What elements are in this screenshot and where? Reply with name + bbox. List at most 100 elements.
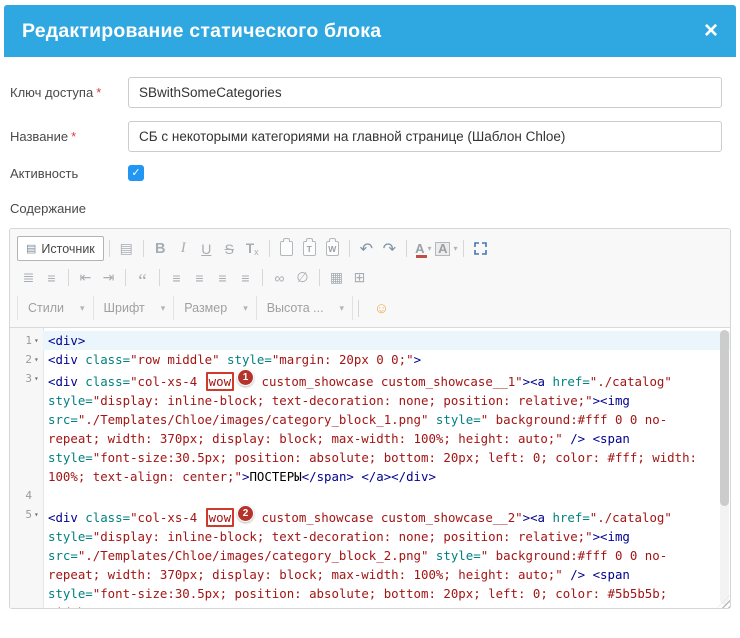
line-height-combo[interactable]: Высота ...▾ (257, 296, 353, 320)
line-number[interactable]: 5▾ (10, 505, 43, 524)
maximize-icon[interactable] (469, 237, 492, 261)
toolbar-separator (68, 269, 69, 286)
content-field-label-row: Содержание (10, 201, 722, 216)
required-asterisk: * (71, 129, 76, 144)
font-combo-label: Шрифт (104, 301, 145, 315)
indent-icon[interactable]: ⇥ (97, 266, 120, 290)
vertical-scrollbar[interactable] (720, 330, 729, 605)
code-line-2[interactable]: 2▾<div class="row middle" style="margin:… (10, 350, 730, 369)
color-bar (416, 255, 427, 258)
underline-icon[interactable]: U (195, 237, 218, 261)
access-key-input[interactable] (128, 77, 722, 108)
line-height-combo-label: Высота ... (267, 301, 324, 315)
access-key-label: Ключ доступа* (10, 85, 128, 100)
align-right-icon[interactable]: ≡ (211, 266, 234, 290)
source-button-label: Источник (41, 242, 94, 256)
code-line-4[interactable]: 4 (10, 486, 730, 505)
name-label-text: Название (10, 129, 68, 144)
align-justify-icon[interactable]: ≡ (234, 266, 257, 290)
source-icon: ▤ (26, 242, 36, 255)
chevron-down-icon: ▾ (161, 303, 166, 314)
line-number[interactable]: 4 (10, 486, 43, 505)
toolbar-separator (358, 300, 359, 317)
text-color-letter: A (415, 243, 424, 255)
toolbar-separator (463, 240, 464, 257)
modal-title: Редактирование статического блока (22, 20, 704, 43)
code-line-content[interactable] (43, 486, 730, 505)
code-editor[interactable]: 1▾<div>2▾<div class="row middle" style="… (10, 328, 730, 608)
wow-highlight-token: wow (206, 508, 234, 527)
access-key-label-text: Ключ доступа (10, 85, 93, 100)
paste-as-text-icon[interactable]: T (298, 237, 321, 261)
required-asterisk: * (96, 85, 101, 100)
annotation-badge-1: 1 (237, 369, 254, 386)
blockquote-icon[interactable]: “ (131, 266, 154, 290)
remove-format-icon[interactable]: Tx (241, 237, 264, 261)
undo-icon[interactable]: ↶ (355, 237, 378, 261)
code-line-content[interactable]: <div class="row middle" style="margin: 2… (43, 350, 730, 369)
strikethrough-icon[interactable]: S (218, 237, 241, 261)
align-left-icon[interactable]: ≡ (165, 266, 188, 290)
unlink-icon[interactable]: ∅ (291, 266, 314, 290)
text-color-button[interactable]: A▾ (412, 237, 435, 261)
redo-icon[interactable]: ↷ (378, 237, 401, 261)
toolbar-row-1: ▤ Источник ▤ B I U S Tx T W ↶ (14, 234, 726, 263)
font-combo[interactable]: Шрифт ▾ (94, 296, 175, 320)
line-number[interactable]: 1▾ (10, 331, 43, 350)
table-icon[interactable]: ⊞ (348, 266, 371, 290)
code-lines: 1▾<div>2▾<div class="row middle" style="… (10, 331, 730, 608)
toolbar-separator (269, 240, 270, 257)
toolbar-row-2: ≣ ≡ ⇤ ⇥ “ ≡ ≡ ≡ ≡ ∞ ∅ ▦ ⊞ (14, 263, 726, 292)
name-label: Название* (10, 129, 128, 144)
chevron-down-icon: ▾ (80, 303, 85, 314)
checkmark-icon: ✓ (131, 167, 140, 179)
toolbar-separator (319, 269, 320, 286)
toolbar-separator (406, 240, 407, 257)
code-line-content[interactable]: <div class="col-xs-4 wow2 custom_showcas… (43, 505, 730, 608)
fold-arrow-icon[interactable]: ▾ (34, 331, 43, 350)
paste-icon[interactable] (275, 237, 298, 261)
size-combo[interactable]: Размер▾ (174, 296, 257, 320)
name-input[interactable] (128, 121, 722, 152)
background-color-button[interactable]: A▾ (435, 237, 458, 261)
editor-toolbar: ▤ Источник ▤ B I U S Tx T W ↶ (10, 229, 730, 328)
remove-format-t: T (246, 241, 254, 256)
size-combo-label: Размер (184, 301, 227, 315)
activity-checkbox[interactable]: ✓ (128, 165, 144, 181)
templates-icon[interactable]: ▤ (115, 237, 138, 261)
close-button[interactable]: × (704, 19, 718, 43)
code-line-5[interactable]: 5▾<div class="col-xs-4 wow2 custom_showc… (10, 505, 730, 608)
paste-word-letter: W (328, 244, 336, 254)
annotation-badge-2: 2 (237, 505, 254, 522)
line-number[interactable]: 3▾ (10, 369, 43, 388)
styles-combo[interactable]: Стили▾ (17, 296, 94, 320)
line-number[interactable]: 2▾ (10, 350, 43, 369)
code-line-3[interactable]: 3▾<div class="col-xs-4 wow1 custom_showc… (10, 369, 730, 486)
toolbar-separator (262, 269, 263, 286)
modal-body: Ключ доступа* Название* Активность ✓ Сод… (4, 57, 736, 609)
code-line-1[interactable]: 1▾<div> (10, 331, 730, 350)
paste-from-word-icon[interactable]: W (321, 237, 344, 261)
wow-highlight-token: wow (206, 372, 234, 391)
content-editor: ▤ Источник ▤ B I U S Tx T W ↶ (9, 228, 731, 609)
image-icon[interactable]: ▦ (325, 266, 348, 290)
toolbar-separator (109, 240, 110, 257)
link-icon[interactable]: ∞ (268, 266, 291, 290)
italic-icon[interactable]: I (172, 237, 195, 261)
bg-color-letter: A (435, 242, 450, 256)
code-line-content[interactable]: <div class="col-xs-4 wow1 custom_showcas… (43, 369, 730, 486)
fold-arrow-icon[interactable]: ▾ (34, 505, 43, 524)
scrollbar-thumb[interactable] (720, 330, 729, 506)
source-button[interactable]: ▤ Источник (17, 236, 104, 261)
fold-arrow-icon[interactable]: ▾ (34, 350, 43, 369)
code-line-content[interactable]: <div> (43, 331, 730, 350)
ordered-list-icon[interactable]: ≣ (17, 266, 40, 290)
align-center-icon[interactable]: ≡ (188, 266, 211, 290)
activity-label: Активность (10, 166, 128, 181)
bullet-list-icon[interactable]: ≡ (40, 266, 63, 290)
fold-arrow-icon[interactable]: ▾ (34, 369, 43, 388)
smiley-icon[interactable]: ☺ (370, 296, 393, 320)
bold-icon[interactable]: B (149, 237, 172, 261)
outdent-icon[interactable]: ⇤ (74, 266, 97, 290)
toolbar-separator (159, 269, 160, 286)
